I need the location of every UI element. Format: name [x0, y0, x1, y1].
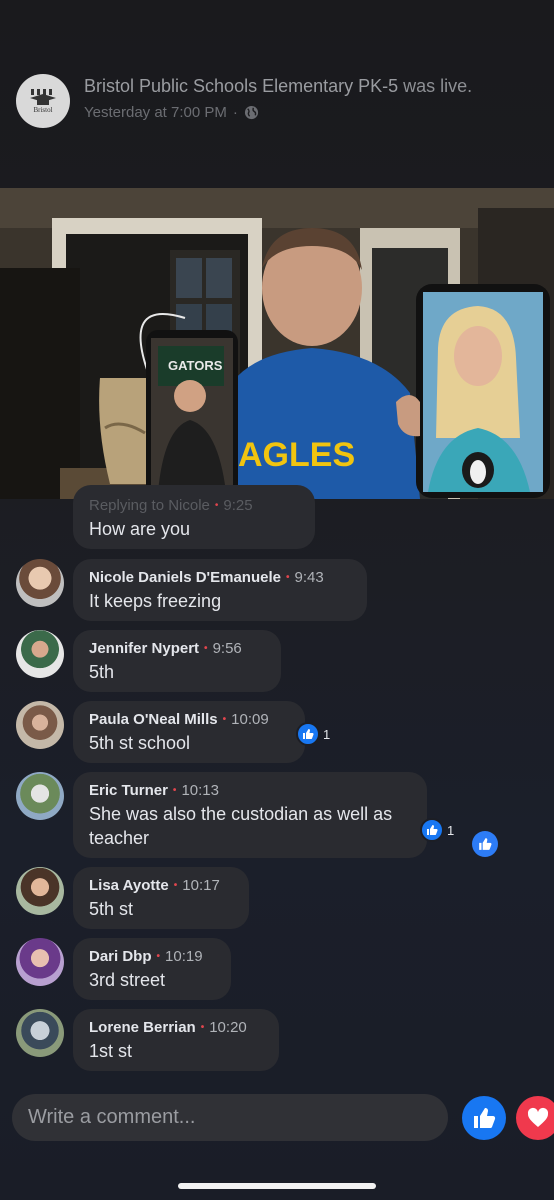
avatar[interactable] [16, 1009, 64, 1057]
like-icon [420, 818, 444, 842]
partial-comment: Replying to Nicole • 9:25 How are you [0, 485, 554, 551]
comment-text: 5th st [89, 899, 134, 919]
live-video[interactable]: AGLES GATORS [0, 188, 554, 499]
comment-text: 5th [89, 662, 115, 682]
comment-bubble[interactable]: Dari Dbp • 10:19 3rd street [73, 938, 231, 1000]
reply-context: Replying to Nicole • 9:25 [89, 497, 253, 514]
commenter-name[interactable]: Lorene Berrian [89, 1019, 196, 1036]
comment-bubble[interactable]: Jennifer Nypert • 9:56 5th [73, 630, 281, 692]
comment-text: 5th st school [89, 733, 191, 753]
partial-comment-bubble[interactable]: Replying to Nicole • 9:25 How are you [73, 485, 315, 549]
post-meta: Yesterday at 7:00 PM · [84, 104, 259, 121]
avatar[interactable] [16, 630, 64, 678]
home-indicator[interactable] [178, 1183, 376, 1189]
graduation-cap-icon [30, 88, 56, 105]
phone-poster-text: GATORS [168, 358, 223, 373]
page-avatar-label: Bristol [33, 105, 53, 114]
love-button[interactable] [516, 1096, 554, 1140]
page-name-link[interactable]: Bristol Public Schools Elementary PK-5 [84, 76, 398, 96]
comment-time: 10:20 [209, 1019, 247, 1036]
avatar[interactable] [16, 867, 64, 915]
comment-time: 10:19 [165, 948, 203, 965]
comment-time: 9:43 [294, 569, 324, 586]
commenter-name[interactable]: Nicole Daniels D'Emanuele [89, 569, 281, 586]
floating-like-icon [472, 831, 498, 857]
post-header: Bristol Bristol Public Schools Elementar… [0, 0, 554, 188]
commenter-name[interactable]: Eric Turner [89, 782, 168, 799]
comment-composer [12, 1094, 448, 1141]
reaction-count[interactable]: 1 [296, 722, 330, 746]
comment-text: It keeps freezing [89, 591, 222, 611]
like-button[interactable] [462, 1096, 506, 1140]
like-icon [296, 722, 320, 746]
comment-text: 3rd street [89, 970, 166, 990]
comment-bubble[interactable]: Eric Turner • 10:13 She was also the custo… [73, 772, 427, 858]
comment-bubble[interactable]: Nicole Daniels D'Emanuele • 9:43 It keeps … [73, 559, 367, 621]
comment-bubble[interactable]: Lorene Berrian • 10:20 1st st [73, 1009, 279, 1071]
meta-separator: · [232, 104, 238, 121]
avatar[interactable] [16, 559, 64, 607]
thumbs-up-icon [474, 1108, 496, 1128]
shirt-logo-text: AGLES [238, 436, 355, 474]
comment-bubble[interactable]: Paula O'Neal Mills • 10:09 5th st school [73, 701, 305, 763]
comment-time: 10:13 [181, 782, 219, 799]
video-frame: AGLES GATORS [0, 188, 554, 499]
commenter-name[interactable]: Paula O'Neal Mills [89, 711, 218, 728]
commenter-name[interactable]: Dari Dbp [89, 948, 152, 965]
reaction-count[interactable]: 1 [420, 818, 454, 842]
comment-bubble[interactable]: Lisa Ayotte • 10:17 5th st [73, 867, 249, 929]
page-avatar[interactable]: Bristol [16, 74, 70, 128]
comment-text: 1st st [89, 1041, 133, 1061]
post-title: Bristol Public Schools Elementary PK-5 w… [84, 76, 472, 97]
comment-time: 9:56 [212, 640, 242, 657]
commenter-name[interactable]: Lisa Ayotte [89, 877, 169, 894]
partial-comment-text: How are you [89, 519, 191, 539]
comment-time: 10:09 [231, 711, 269, 728]
avatar[interactable] [16, 938, 64, 986]
heart-icon [527, 1107, 549, 1127]
commenter-name[interactable]: Jennifer Nypert [89, 640, 199, 657]
avatar[interactable] [16, 772, 64, 820]
post-timestamp[interactable]: Yesterday at 7:00 PM [84, 104, 227, 121]
globe-icon [244, 105, 258, 120]
comment-input[interactable] [12, 1094, 444, 1141]
comment-text: She was also the custodian as well as te… [89, 804, 393, 848]
live-status-text: was live. [403, 76, 473, 96]
comment-time: 10:17 [182, 877, 220, 894]
avatar[interactable] [16, 701, 64, 749]
